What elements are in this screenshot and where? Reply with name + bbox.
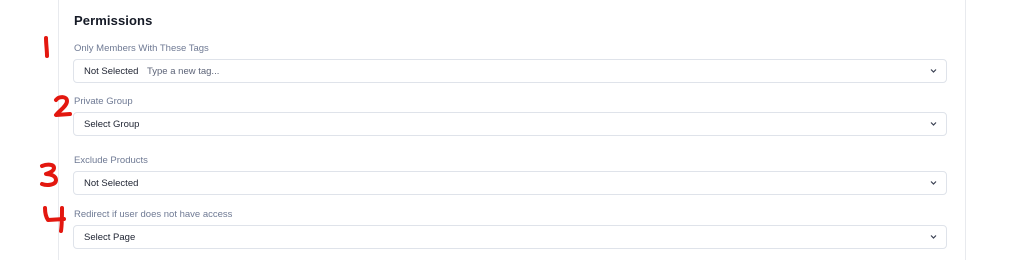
- private-group-value: Select Group: [84, 119, 140, 130]
- field-label-member-tags: Only Members With These Tags: [74, 43, 209, 54]
- tag-input-placeholder[interactable]: Type a new tag...: [147, 66, 219, 77]
- annotation-number-4: [43, 206, 66, 233]
- member-tags-value: Not Selected: [84, 66, 139, 77]
- annotation-number-1: [44, 36, 49, 58]
- page: Permissions Only Members With These Tags…: [0, 0, 1024, 260]
- section-title: Permissions: [74, 13, 153, 28]
- chevron-down-icon: [930, 181, 937, 185]
- chevron-down-icon: [930, 122, 937, 126]
- redirect-page-select[interactable]: Select Page: [73, 225, 947, 249]
- exclude-products-select[interactable]: Not Selected: [73, 171, 947, 195]
- exclude-products-value: Not Selected: [84, 178, 139, 189]
- redirect-page-value: Select Page: [84, 232, 136, 243]
- annotation-number-3: [40, 162, 58, 187]
- private-group-select[interactable]: Select Group: [73, 112, 947, 136]
- field-label-exclude-products: Exclude Products: [74, 155, 148, 166]
- field-label-private-group: Private Group: [74, 96, 133, 107]
- annotation-number-2: [54, 95, 72, 117]
- chevron-down-icon: [930, 69, 937, 73]
- field-label-redirect: Redirect if user does not have access: [74, 209, 233, 220]
- member-tags-select[interactable]: Not Selected Type a new tag...: [73, 59, 947, 83]
- chevron-down-icon: [930, 235, 937, 239]
